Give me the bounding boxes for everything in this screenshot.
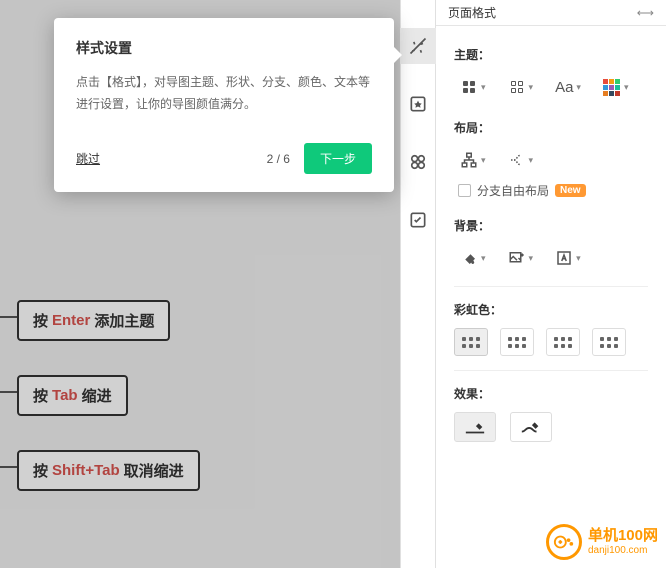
checklist-tool-button[interactable]	[400, 202, 436, 238]
clover-icon	[408, 152, 428, 172]
theme-shape-dropdown[interactable]: ▾	[502, 73, 540, 101]
rainbow-option-2[interactable]	[500, 328, 534, 356]
rainbow-option-3[interactable]	[546, 328, 580, 356]
image-icon	[508, 249, 526, 267]
layout-label: 布局：	[454, 119, 648, 136]
bg-fill-dropdown[interactable]: ▾	[454, 244, 492, 272]
panel-title: 页面格式	[448, 4, 496, 21]
effect-label: 效果：	[454, 385, 648, 402]
effect-curved[interactable]	[510, 412, 552, 442]
format-tool-button[interactable]	[400, 28, 436, 64]
checklist-icon	[408, 210, 428, 230]
gamepad-plus-icon	[553, 531, 575, 553]
font-dropdown[interactable]: Aa ▾	[549, 74, 587, 101]
watermark-cn: 单机100网	[588, 528, 658, 545]
chevron-down-icon: ▾	[481, 155, 486, 166]
chevron-down-icon: ▾	[481, 82, 486, 93]
collapse-icon[interactable]: ⟷	[637, 6, 654, 20]
rainbow-option-1[interactable]	[454, 328, 488, 356]
theme-preset-dropdown[interactable]: ▾	[454, 73, 492, 101]
effect-straight[interactable]	[454, 412, 496, 442]
tree-icon	[460, 151, 478, 169]
star-tool-button[interactable]	[400, 86, 436, 122]
watermark: 单机100网 danji100.com	[546, 524, 658, 560]
chevron-down-icon: ▾	[481, 253, 486, 264]
format-panel: 页面格式 ⟷ 主题： ▾ ▾ Aa ▾ ▾ 布局：	[436, 0, 666, 568]
chevron-down-icon: ▾	[529, 82, 534, 93]
chevron-down-icon: ▾	[529, 155, 534, 166]
bg-image-dropdown[interactable]: ▾	[502, 244, 540, 272]
background-label: 背景：	[454, 217, 648, 234]
tooltip-arrow	[393, 46, 402, 64]
new-badge: New	[555, 184, 586, 197]
free-layout-checkbox[interactable]	[458, 184, 471, 197]
theme-label: 主题：	[454, 46, 648, 63]
text-frame-icon	[555, 249, 573, 267]
layout-structure-dropdown[interactable]: ▾	[454, 146, 492, 174]
step-indicator: 2 / 6	[267, 152, 290, 166]
tooltip-title: 样式设置	[76, 38, 372, 58]
skip-button[interactable]: 跳过	[76, 150, 100, 167]
next-button[interactable]: 下一步	[304, 143, 372, 174]
star-icon	[408, 94, 428, 114]
tooltip-body: 点击【格式】，对导图主题、形状、分支、颜色、文本等进行设置，让你的导图颜值满分。	[76, 72, 372, 115]
bg-text-dropdown[interactable]: ▾	[549, 244, 587, 272]
watermark-en: danji100.com	[588, 545, 658, 556]
branch-icon	[508, 151, 526, 169]
side-toolbar	[400, 0, 436, 568]
free-layout-label: 分支自由布局	[477, 182, 549, 199]
color-palette-dropdown[interactable]: ▾	[597, 73, 635, 101]
pen-line-icon	[464, 419, 486, 435]
rainbow-label: 彩虹色：	[454, 301, 648, 318]
magic-wand-icon	[408, 36, 428, 56]
panel-header: 页面格式 ⟷	[436, 0, 666, 26]
rainbow-option-4[interactable]	[592, 328, 626, 356]
clover-tool-button[interactable]	[400, 144, 436, 180]
paint-bucket-icon	[460, 249, 478, 267]
chevron-down-icon: ▾	[529, 253, 534, 264]
onboarding-tooltip: 样式设置 点击【格式】，对导图主题、形状、分支、颜色、文本等进行设置，让你的导图…	[54, 18, 394, 192]
chevron-down-icon: ▾	[624, 82, 629, 93]
chevron-down-icon: ▾	[576, 82, 581, 93]
watermark-logo	[546, 524, 582, 560]
pen-wave-icon	[520, 419, 542, 435]
layout-branch-dropdown[interactable]: ▾	[502, 146, 540, 174]
chevron-down-icon: ▾	[576, 253, 581, 264]
